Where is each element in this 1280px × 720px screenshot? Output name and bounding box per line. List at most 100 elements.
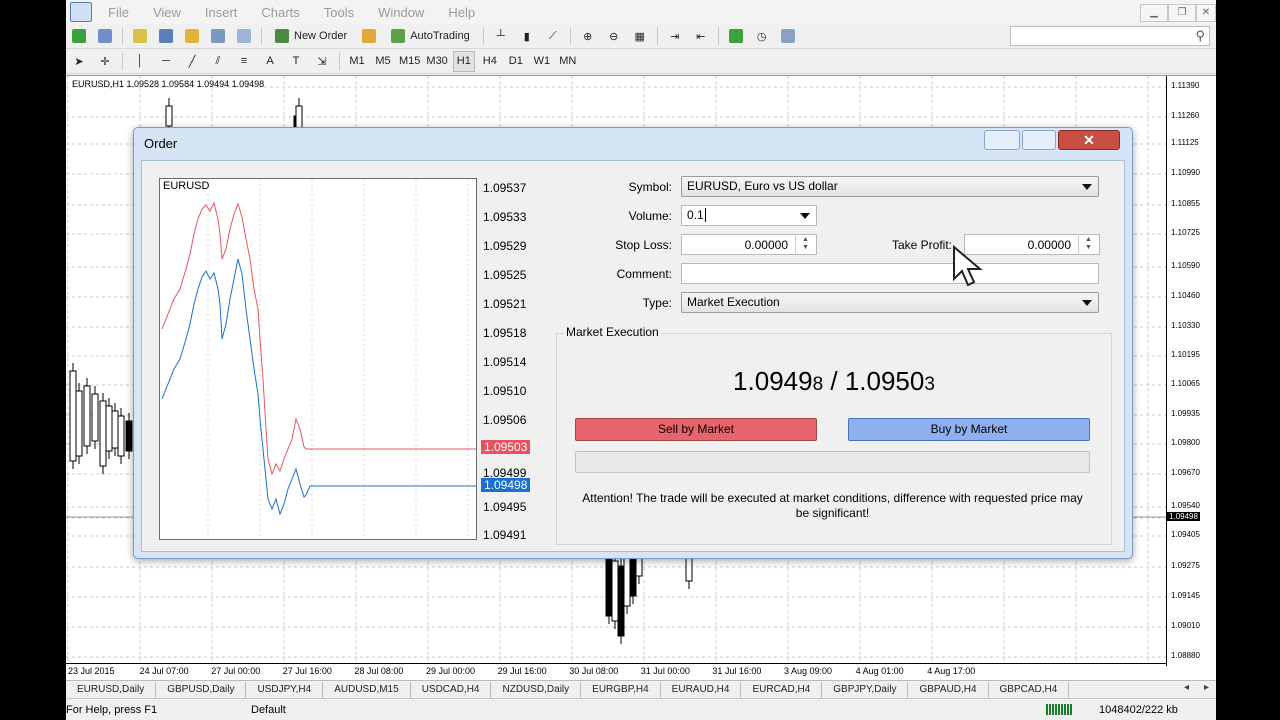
stoploss-value: 0.00000 [744,238,788,252]
separator [717,27,719,45]
tick-axis-label: 1.09525 [483,268,527,282]
sell-by-market-button[interactable]: Sell by Market [575,418,817,441]
chart-tab[interactable]: EURCAD,H4 [741,681,823,698]
tf-d1[interactable]: D1 [505,51,527,72]
text-label-icon[interactable]: T [285,51,307,72]
dialog-title: Order [144,136,178,151]
takeprofit-spinner-icon[interactable]: ▲ ▼ [1078,236,1098,253]
new-chart-icon[interactable] [68,26,90,47]
tab-next-icon[interactable]: ▸ [1204,682,1209,693]
bid-price-pip: 8 [812,374,824,395]
tf-m5[interactable]: M5 [372,51,394,72]
vertical-line-icon[interactable]: │ [129,51,151,72]
tick-axis-label: 1.09529 [483,239,527,253]
chart-tab[interactable]: USDCAD,H4 [411,681,492,698]
autotrading-button[interactable]: AutoTrading [384,26,477,47]
search-input[interactable]: ⚲ [1010,26,1210,46]
menu-view[interactable]: View [141,5,193,20]
price-tick: 1.09800 [1171,438,1200,447]
close-icon[interactable]: ✕ [1196,4,1216,22]
type-select[interactable]: Market Execution [681,292,1099,313]
symbol-select[interactable]: EURUSD, Euro vs US dollar [681,176,1099,197]
new-order-icon [275,29,289,43]
buy-by-market-button[interactable]: Buy by Market [848,418,1090,441]
chart-tab[interactable]: NZDUSD,Daily [491,681,582,698]
trendline-icon[interactable]: ╱ [181,51,203,72]
arrows-icon[interactable]: ⇲ [311,51,333,72]
stoploss-label: Stop Loss: [615,238,672,252]
cursor-tool-icon[interactable]: ➤ [68,51,90,72]
chart-tab[interactable]: AUDUSD,M15 [323,681,411,698]
tf-w1[interactable]: W1 [531,51,553,72]
menu-tools[interactable]: Tools [312,5,366,20]
order-dialog: Order ✕ EURUSD 1.09537 1.09533 1.09529 1.09… [133,127,1133,559]
volume-combobox[interactable]: 0.1 [681,205,817,226]
tf-m30[interactable]: M30 [425,51,448,72]
zoom-out-icon[interactable]: ⊖ [603,26,625,47]
chart-tab[interactable]: GBPAUD,H4 [908,681,989,698]
chart-tab[interactable]: GBPUSD,Daily [156,681,247,698]
crosshair-icon[interactable]: ✛ [94,51,116,72]
new-order-button[interactable]: New Order [268,26,354,47]
takeprofit-value: 0.00000 [1027,238,1071,252]
chart-shift-icon[interactable]: ⇥ [664,26,686,47]
metaeditor-icon[interactable] [358,26,380,47]
tf-m15[interactable]: M15 [398,51,421,72]
indicators-icon[interactable] [725,26,747,47]
restore-icon[interactable]: ❐ [1168,4,1196,22]
tile-windows-icon[interactable]: ▦ [629,26,651,47]
zoom-in-icon[interactable]: ⊕ [577,26,599,47]
tf-m1[interactable]: M1 [346,51,368,72]
horizontal-line-icon[interactable]: ─ [155,51,177,72]
market-watch-icon[interactable] [129,26,151,47]
tf-mn[interactable]: MN [557,51,579,72]
time-tick: 28 Jul 08:00 [354,666,404,676]
stoploss-spinner-icon[interactable]: ▲ ▼ [795,236,815,253]
menu-file[interactable]: File [96,5,141,20]
candlestick-icon[interactable]: ▮ [516,26,538,47]
dialog-maximize-icon[interactable] [1022,130,1056,150]
tf-h1[interactable]: H1 [452,50,475,72]
price-tick: 1.09275 [1171,561,1200,570]
tick-axis-label: 1.09510 [483,384,527,398]
menu-insert[interactable]: Insert [193,5,250,20]
search-icon: ⚲ [1195,28,1205,43]
chart-tab[interactable]: GBPCAD,H4 [989,681,1070,698]
stoploss-input[interactable]: 0.00000 ▲ ▼ [681,234,817,255]
menu-charts[interactable]: Charts [249,5,311,20]
dialog-close-icon[interactable]: ✕ [1058,130,1120,150]
terminal-icon[interactable] [207,26,229,47]
dialog-minimize-icon[interactable] [984,130,1020,150]
fibonacci-icon[interactable]: ≡ [233,51,255,72]
text-caret [704,208,706,222]
periods-icon[interactable]: ◷ [751,26,773,47]
menu-window[interactable]: Window [366,5,436,20]
menu-help[interactable]: Help [436,5,487,20]
bar-chart-icon[interactable]: ┴ [490,26,512,47]
comment-input[interactable] [681,263,1099,284]
time-tick: 31 Jul 16:00 [712,666,762,676]
chart-tab[interactable]: EURUSD,Daily [66,681,157,698]
tick-axis-label: 1.09506 [483,413,527,427]
ask-price-pip: 3 [924,374,935,395]
data-window-icon[interactable] [181,26,203,47]
chart-tab[interactable]: EURGBP,H4 [581,681,661,698]
navigator-icon[interactable] [155,26,177,47]
channel-icon[interactable]: ⫽ [207,51,229,72]
tab-prev-icon[interactable]: ◂ [1184,682,1189,693]
tester-icon[interactable] [233,26,255,47]
autoscroll-icon[interactable]: ⇤ [690,26,712,47]
profiles-icon[interactable] [94,26,116,47]
comment-label: Comment: [616,267,672,281]
templates-icon[interactable] [777,26,799,47]
chart-tab[interactable]: USDJPY,H4 [246,681,324,698]
chart-tab[interactable]: EURAUD,H4 [661,681,742,698]
text-tool-icon[interactable]: A [259,51,281,72]
minimize-icon[interactable]: ▁ [1140,4,1168,22]
order-progress-bar [575,451,1090,473]
line-chart-icon[interactable]: ⟋ [542,26,564,47]
status-bar: For Help, press F1 Default 1048402/222 k… [66,698,1216,720]
tf-h4[interactable]: H4 [479,51,501,72]
mouse-cursor-icon [953,245,983,287]
chart-tab[interactable]: GBPJPY,Daily [822,681,909,698]
